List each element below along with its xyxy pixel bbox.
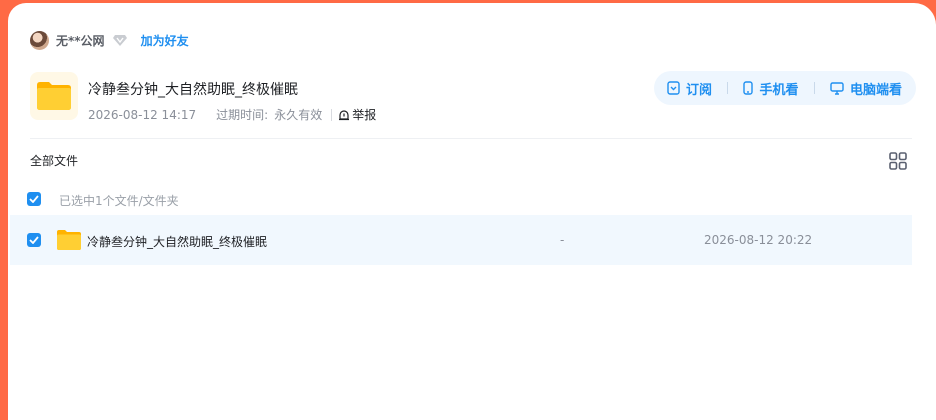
diamond-icon [112, 32, 128, 48]
monitor-icon [830, 81, 844, 95]
folder-icon [56, 229, 82, 251]
report-icon [339, 109, 350, 120]
phone-icon [743, 81, 754, 95]
file-row[interactable]: 冷静叁分钟_大自然助眠_终极催眠 - 2026-08-12 20:22 [10, 215, 912, 265]
share-meta: 2026-08-12 14:17 过期时间: 永久有效 举报 [88, 106, 376, 123]
header-divider [30, 138, 912, 139]
file-date: 2026-08-12 20:22 [704, 233, 813, 247]
meta-divider [331, 108, 333, 121]
subscribe-label: 订阅 [686, 82, 713, 98]
report-link[interactable]: 举报 [338, 106, 376, 123]
desktop-view-label: 电脑端看 [849, 82, 902, 98]
check-icon [29, 236, 39, 244]
mobile-view-label: 手机看 [759, 82, 799, 98]
file-row-checkbox[interactable] [27, 233, 41, 247]
report-label: 举报 [352, 108, 377, 122]
select-all-checkbox[interactable] [27, 192, 41, 206]
subscribe-button[interactable]: 订阅 [667, 79, 712, 98]
user-bar: 无**公网 加为好友 [30, 30, 189, 50]
desktop-view-button[interactable]: 电脑端看 [830, 79, 902, 98]
expire-value: 永久有效 [274, 108, 323, 122]
share-page-card: 无**公网 加为好友 冷静叁分钟_大自然助眠_终极催眠 2026-08-12 1… [8, 3, 936, 420]
selection-info: 已选中1个文件/文件夹 [59, 194, 179, 208]
expire-label: 过期时间: [216, 108, 269, 122]
action-divider [727, 82, 729, 94]
mobile-view-button[interactable]: 手机看 [743, 79, 799, 98]
add-friend-link[interactable]: 加为好友 [141, 32, 189, 49]
all-files-breadcrumb[interactable]: 全部文件 [30, 152, 78, 169]
share-title: 冷静叁分钟_大自然助眠_终极催眠 [88, 82, 298, 98]
action-bar: 订阅 手机看 电脑端看 [654, 71, 916, 105]
folder-icon [30, 72, 78, 120]
file-size: - [560, 233, 565, 247]
avatar[interactable] [30, 30, 49, 50]
subscribe-icon [667, 81, 680, 95]
action-divider [813, 82, 815, 94]
created-time: 2026-08-12 14:17 [88, 107, 197, 122]
check-icon [29, 195, 39, 203]
file-name[interactable]: 冷静叁分钟_大自然助眠_终极催眠 [87, 233, 267, 250]
grid-view-icon[interactable] [889, 152, 907, 170]
user-name[interactable]: 无**公网 [56, 32, 105, 49]
